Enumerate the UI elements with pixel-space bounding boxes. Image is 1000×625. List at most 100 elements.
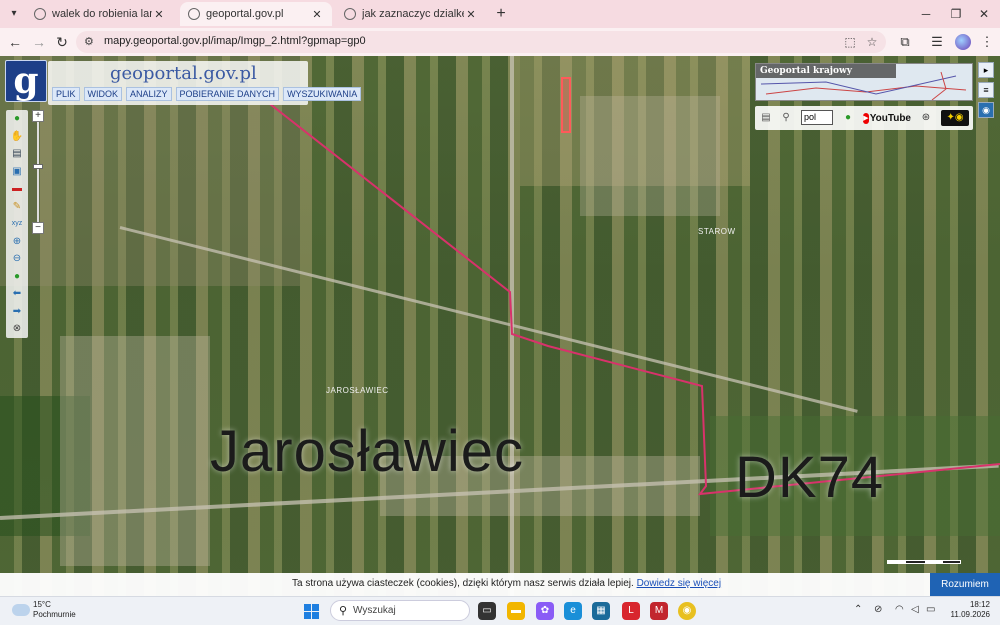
cookie-accept-button[interactable]: Rozumiem <box>930 573 1000 596</box>
measure-icon[interactable]: xyz <box>6 215 28 233</box>
url-text[interactable]: mapy.geoportal.gov.pl/imap/Imgp_2.html?g… <box>104 35 366 47</box>
link-icon[interactable]: ⚲ <box>779 110 793 126</box>
menu-analizy[interactable]: ANALIZY <box>126 87 172 101</box>
tab-favicon-icon <box>34 8 46 20</box>
new-tab-button[interactable]: + <box>492 5 510 23</box>
browser-toolbar: ← → ↻ ⚙ mapy.geoportal.gov.pl/imap/Imgp_… <box>0 28 1000 56</box>
wifi-icon[interactable]: ◠ <box>895 604 904 615</box>
youtube-play-icon: ▶ <box>863 112 869 124</box>
store-icon[interactable]: ▦ <box>592 602 610 620</box>
forward-icon[interactable]: → <box>30 33 48 51</box>
draw-pencil-icon[interactable]: ✎ <box>6 198 28 216</box>
cookie-message: Ta strona używa ciasteczek (cookies), dz… <box>292 578 721 589</box>
map-label-north-village: STAROW <box>698 227 736 236</box>
tab-jak-zaznaczyc[interactable]: jak zaznaczyc dzialke na geop ✕ <box>336 2 486 26</box>
system-clock[interactable]: 18:12 11.09.2026 <box>950 600 990 620</box>
start-windows-icon[interactable] <box>304 604 319 619</box>
layers-icon[interactable]: ▤ <box>6 145 28 163</box>
boundary-overlay <box>269 77 1000 496</box>
close-tab-icon[interactable]: ✕ <box>152 8 166 21</box>
clock-time: 18:12 <box>969 600 990 609</box>
print-icon[interactable]: ▤ <box>759 110 773 126</box>
battery-icon[interactable]: ▭ <box>926 604 935 615</box>
app-l-icon[interactable]: L <box>622 602 640 620</box>
cookie-more-link[interactable]: Dowiedz się więcej <box>637 578 721 589</box>
pan-hand-icon[interactable]: ✋ <box>6 128 28 146</box>
site-info-icon[interactable]: ⚙ <box>84 35 94 48</box>
high-contrast-eye-icon[interactable]: ✦◉ <box>941 110 969 126</box>
tab-title: walek do robienia lamperii - Sz <box>52 8 152 20</box>
cookie-text: Ta strona używa ciasteczek (cookies), dz… <box>292 578 634 589</box>
windows-taskbar: 15°C Pochmurnie ⚲ Wyszukaj ▭ ▬ ✿ e ▦ L M… <box>0 596 1000 625</box>
map-label-small-village: JAROSŁAWIEC <box>326 386 389 395</box>
zoom-in-icon[interactable]: ⊕ <box>6 233 28 251</box>
zoom-plus-button[interactable]: + <box>32 110 44 122</box>
weather-condition: Pochmurnie <box>33 610 76 619</box>
zoom-out-icon[interactable]: ⊖ <box>6 250 28 268</box>
overview-map-lines <box>760 71 967 101</box>
show-hidden-icons-chevron[interactable]: ⌃ <box>854 604 862 615</box>
geoportal-logo[interactable]: g <box>5 60 47 102</box>
volume-icon[interactable]: ◁ <box>911 604 919 615</box>
mcafee-shield-icon[interactable]: M <box>650 602 668 620</box>
menu-pobieranie-danych[interactable]: POBIERANIE DANYCH <box>175 87 280 101</box>
visibility-eye-icon[interactable]: ◉ <box>978 102 994 118</box>
collapse-panel-icon[interactable]: ▸ <box>978 62 994 78</box>
zoom-track[interactable] <box>33 122 43 222</box>
help-lifebuoy-icon[interactable]: ⊗ <box>6 320 28 338</box>
bookmark-star-icon[interactable]: ☆ <box>864 34 880 50</box>
previous-view-arrow-icon[interactable]: ⬅ <box>6 285 28 303</box>
search-placeholder: Wyszukaj <box>353 605 396 616</box>
copilot-icon[interactable]: ✿ <box>536 602 554 620</box>
reading-list-icon[interactable]: ☰ <box>928 33 946 51</box>
edge-browser-icon[interactable]: e <box>564 602 582 620</box>
taskbar-search-box[interactable]: ⚲ Wyszukaj <box>330 600 470 621</box>
tab-geoportal[interactable]: geoportal.gov.pl ✕ <box>180 2 332 26</box>
language-select[interactable]: pol <box>801 110 833 125</box>
extensions-icon[interactable]: ⧉ <box>896 33 914 51</box>
zoom-slider[interactable]: + − <box>32 110 44 236</box>
menu-plik[interactable]: PLIK <box>52 87 80 101</box>
tab-search-chevron-icon[interactable]: ▾ <box>6 6 22 22</box>
close-tab-icon[interactable]: ✕ <box>464 8 478 21</box>
clear-selection-icon[interactable]: ▬ <box>6 180 28 198</box>
zoom-thumb[interactable] <box>33 164 43 169</box>
youtube-link[interactable]: ▶ YouTube <box>863 110 911 126</box>
restore-icon[interactable]: ❐ <box>946 5 966 23</box>
tab-lamperii[interactable]: walek do robienia lamperii - Sz ✕ <box>26 2 174 26</box>
info-icon[interactable]: ● <box>6 110 28 128</box>
chrome-icon[interactable]: ◉ <box>678 602 696 620</box>
select-area-icon[interactable]: ▣ <box>6 163 28 181</box>
location-off-icon[interactable]: ⊘ <box>874 604 882 615</box>
legend-icon[interactable]: ≡ <box>978 82 994 98</box>
cookie-banner: Ta strona używa ciasteczek (cookies), dz… <box>0 573 1000 596</box>
map-options-bar: ▤ ⚲ pol ● ▶ YouTube ⊛ ✦◉ <box>755 106 973 130</box>
geoportal-header: geoportal.gov.pl PLIK WIDOK ANALIZY POBI… <box>48 61 362 105</box>
task-view-icon[interactable]: ▭ <box>478 602 496 620</box>
weather-widget[interactable]: 15°C Pochmurnie <box>33 600 76 620</box>
back-icon[interactable]: ← <box>6 33 24 51</box>
help-globe-icon[interactable]: ● <box>841 110 855 126</box>
close-window-icon[interactable]: ✕ <box>974 5 994 23</box>
next-view-arrow-icon[interactable]: ➡ <box>6 303 28 321</box>
minimize-icon[interactable]: ─ <box>916 5 936 23</box>
search-icon: ⚲ <box>339 605 348 617</box>
profile-avatar[interactable] <box>955 34 971 50</box>
menu-wyszukiwania[interactable]: WYSZUKIWANIA <box>283 87 362 101</box>
zoom-minus-button[interactable]: − <box>32 222 44 234</box>
install-app-icon[interactable]: ⬚ <box>842 34 858 50</box>
accessibility-icon[interactable]: ⊛ <box>919 110 933 126</box>
youtube-label: YouTube <box>869 112 911 124</box>
address-bar[interactable]: ⚙ mapy.geoportal.gov.pl/imap/Imgp_2.html… <box>76 31 886 53</box>
main-menu: PLIK WIDOK ANALIZY POBIERANIE DANYCH WYS… <box>52 87 362 101</box>
cloud-weather-icon[interactable] <box>12 604 30 616</box>
menu-widok[interactable]: WIDOK <box>83 87 123 101</box>
right-tool-column: ▸ ≡ ◉ <box>978 62 996 122</box>
menu-dots-icon[interactable]: ⋮ <box>978 33 996 51</box>
file-explorer-icon[interactable]: ▬ <box>507 602 525 620</box>
map-canvas[interactable]: Jarosławiec DK74 JAROSŁAWIEC STAROW g ge… <box>0 56 1000 596</box>
overview-map[interactable]: Geoportal krajowy <box>755 63 973 101</box>
close-tab-icon[interactable]: ✕ <box>310 8 324 21</box>
reload-icon[interactable]: ↻ <box>53 33 71 51</box>
full-extent-globe-icon[interactable]: ● <box>6 268 28 286</box>
